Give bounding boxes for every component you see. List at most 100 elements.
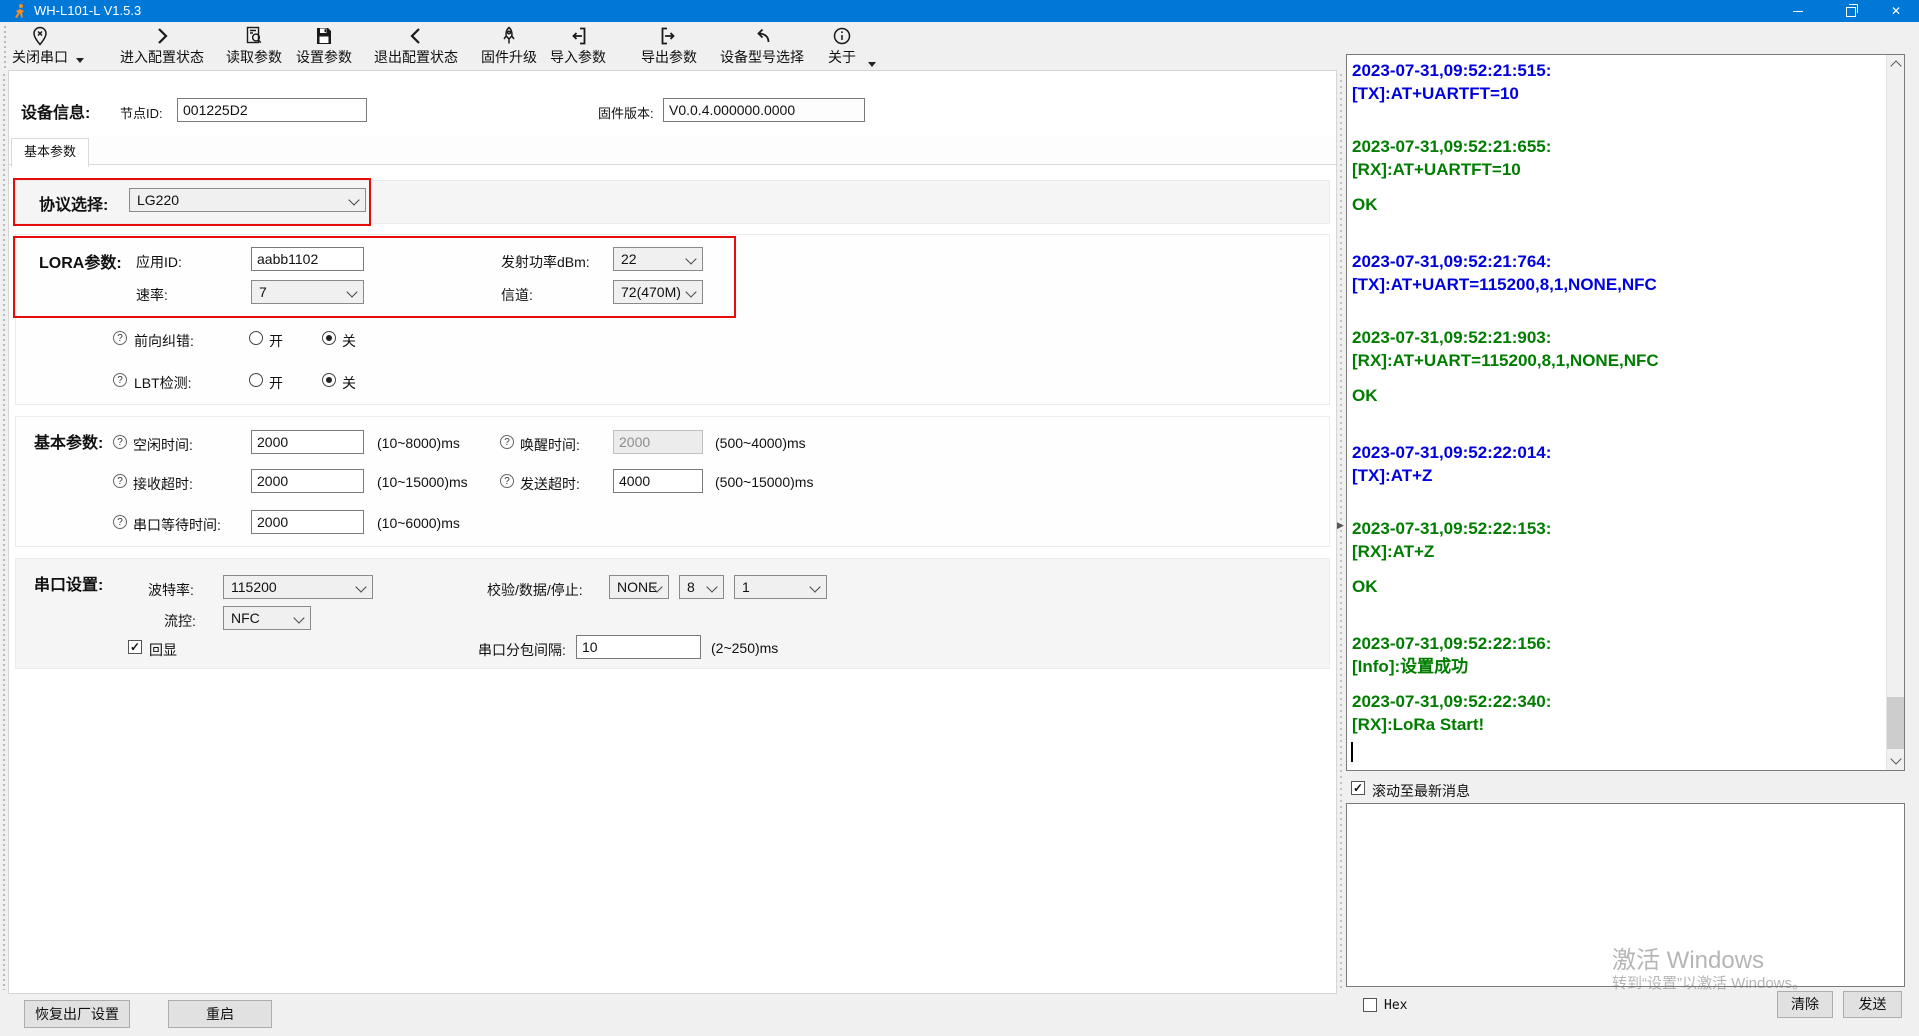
hex-checkbox[interactable] [1363,998,1377,1012]
close-button[interactable]: ✕ [1873,0,1919,22]
toolbar-import-params[interactable]: 导入参数 [546,24,610,70]
wake-time-range: (500~4000)ms [715,435,806,451]
toolbar-enter-config[interactable]: 进入配置状态 [106,24,218,70]
node-id-input[interactable] [177,98,367,122]
tx-power-label: 发射功率dBm: [501,252,590,272]
chevron-down-icon [685,286,696,297]
flow-control-select[interactable]: NFC [223,606,311,630]
toolbar-close-serial[interactable]: 关闭串口 [8,24,72,70]
toolbar-gripper[interactable] [4,26,6,68]
channel-select[interactable]: 72(470M) [613,280,703,304]
toolbar-read-params[interactable]: 读取参数 [222,24,286,70]
restart-button[interactable]: 重启 [168,1000,272,1028]
scroll-up-icon[interactable] [1890,60,1901,71]
tab-basic-params[interactable]: 基本参数 [11,138,89,167]
export-arrow-icon [659,26,679,46]
firmware-version-input[interactable] [663,98,865,122]
save-floppy-icon [314,26,334,46]
scroll-to-latest-label: 滚动至最新消息 [1372,781,1470,801]
log-entry: OK [1352,575,1884,598]
chevron-down-icon [346,286,357,297]
stop-bits-select[interactable]: 1 [734,575,827,599]
chevron-down-icon [706,581,717,592]
toolbar-exit-config[interactable]: 退出配置状态 [360,24,472,70]
idle-time-range: (10~8000)ms [377,435,460,451]
packet-interval-range: (2~250)ms [711,640,778,656]
tx-power-select[interactable]: 22 [613,247,703,271]
fec-on-label: 开 [269,331,283,351]
minimize-button[interactable] [1775,0,1821,22]
scroll-down-icon[interactable] [1890,753,1901,764]
basic-params-label: 基本参数: [34,429,103,453]
chevron-down-icon [355,581,366,592]
serial-settings-label: 串口设置: [34,571,103,595]
scrollbar-thumb[interactable] [1887,697,1904,749]
tx-timeout-label: 发送超时: [520,474,580,494]
protocol-label: 协议选择: [39,191,108,215]
help-icon[interactable]: ? [500,474,514,488]
lbt-on-label: 开 [269,373,283,393]
tx-timeout-range: (500~15000)ms [715,474,813,490]
panel-splitter[interactable] [1340,74,1342,990]
echo-checkbox[interactable] [128,640,142,654]
help-icon[interactable]: ? [113,515,127,529]
help-icon[interactable]: ? [113,373,127,387]
about-dropdown-caret[interactable] [868,62,876,67]
uart-wait-input[interactable] [251,510,364,534]
log-scrollbar[interactable] [1886,55,1904,770]
splitter-collapse-arrow[interactable]: ▶ [1337,520,1344,531]
toolbar-firmware-upgrade[interactable]: 固件升级 [477,24,541,70]
packet-interval-label: 串口分包间隔: [478,640,566,660]
uart-wait-range: (10~6000)ms [377,515,460,531]
help-icon[interactable]: ? [113,331,127,345]
log-entry: 2023-07-31,09:52:21:515:[TX]:AT+UARTFT=1… [1352,59,1884,105]
clear-button[interactable]: 清除 [1777,991,1833,1018]
log-entry: 2023-07-31,09:52:22:340:[RX]:LoRa Start! [1352,690,1884,736]
factory-reset-button[interactable]: 恢复出厂设置 [24,1000,130,1028]
fec-off-label: 关 [342,331,356,351]
rx-timeout-input[interactable] [251,469,364,493]
scroll-to-latest-checkbox[interactable] [1351,781,1365,795]
activate-windows-watermark: 激活 Windows [1612,940,1764,975]
toolbar-about[interactable]: 关于 [822,24,862,70]
node-id-label: 节点ID: [120,103,163,122]
help-icon[interactable]: ? [113,474,127,488]
close-serial-dropdown-caret[interactable] [76,58,84,63]
rate-select[interactable]: 7 [251,280,364,304]
tx-timeout-input[interactable] [613,469,703,493]
send-button[interactable]: 发送 [1843,991,1902,1018]
log-entry: 2023-07-31,09:52:22:153:[RX]:AT+Z [1352,517,1884,563]
title-bar: WH-L101-L V1.5.3 ✕ [0,0,1919,22]
uart-wait-label: 串口等待时间: [133,515,221,535]
restore-button[interactable] [1828,0,1874,22]
lbt-off-radio[interactable] [322,373,336,387]
app-id-label: 应用ID: [136,252,182,272]
toolbar-set-params[interactable]: 设置参数 [292,24,356,70]
chevron-down-icon [685,253,696,264]
packet-interval-input[interactable] [576,635,701,659]
protocol-select[interactable]: LG220 [129,188,366,212]
toolbar-device-model-select[interactable]: 设备型号选择 [706,24,818,70]
data-bits-select[interactable]: 8 [679,575,724,599]
chevron-left-icon [406,26,426,46]
wake-time-input[interactable] [613,430,703,454]
idle-time-input[interactable] [251,430,364,454]
app-id-input[interactable] [251,247,364,271]
help-icon[interactable]: ? [113,435,127,449]
help-icon[interactable]: ? [500,435,514,449]
toolbar-export-params[interactable]: 导出参数 [637,24,701,70]
log-output-area[interactable]: 2023-07-31,09:52:21:515:[TX]:AT+UARTFT=1… [1346,54,1905,771]
fec-off-radio[interactable] [322,331,336,345]
left-splitter[interactable] [3,74,5,990]
parity-select[interactable]: NONE [609,575,669,599]
fec-on-radio[interactable] [249,331,263,345]
lbt-on-radio[interactable] [249,373,263,387]
baud-rate-select[interactable]: 115200 [223,575,373,599]
log-entry: 2023-07-31,09:52:21:764:[TX]:AT+UART=115… [1352,250,1884,296]
log-entry: 2023-07-31,09:52:21:903:[RX]:AT+UART=115… [1352,326,1884,372]
window-title: WH-L101-L V1.5.3 [34,3,141,18]
channel-label: 信道: [501,285,533,305]
config-form-panel: 设备信息: 节点ID: 固件版本: 基本参数 协议选择: LG220 LORA参… [8,70,1337,994]
activate-windows-watermark-sub: 转到“设置”以激活 Windows。 [1612,972,1807,993]
echo-label: 回显 [149,640,177,660]
